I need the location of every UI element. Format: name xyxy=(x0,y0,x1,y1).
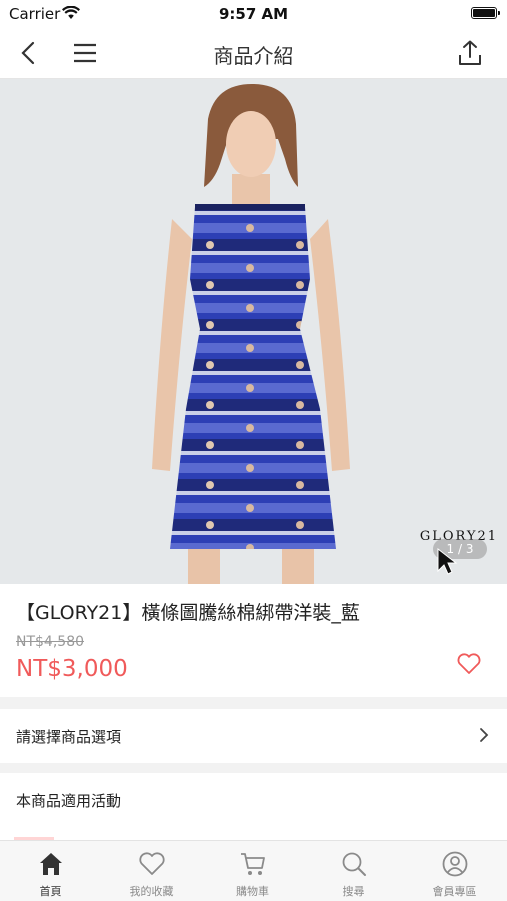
product-image-carousel[interactable]: GLORY21 1 / 3 xyxy=(0,79,507,584)
cart-icon xyxy=(239,850,267,878)
tab-label: 會員專區 xyxy=(432,885,477,898)
tab-label: 搜尋 xyxy=(342,885,365,898)
promotions-label: 本商品適用活動 xyxy=(16,792,122,810)
page-title: 商品介紹 xyxy=(213,44,294,68)
battery-icon xyxy=(471,7,500,19)
original-price: NT$4,580 xyxy=(16,634,85,650)
product-info: 【GLORY21】橫條圖騰絲棉綁帶洋裝_藍 NT$4,580 NT$3,000 xyxy=(0,584,507,697)
favorite-heart-icon[interactable] xyxy=(456,652,482,680)
tab-label: 首頁 xyxy=(39,885,62,898)
share-icon[interactable] xyxy=(455,38,485,68)
tab-bar: 首頁 我的收藏 購物車 搜尋 會員專區 xyxy=(0,840,507,901)
tab-home[interactable]: 首頁 xyxy=(0,841,101,901)
tab-label: 購物車 xyxy=(236,885,269,898)
product-photo xyxy=(152,84,350,584)
pointer-cursor-icon xyxy=(436,547,458,575)
product-name: 【GLORY21】橫條圖騰絲棉綁帶洋裝_藍 xyxy=(16,602,360,624)
status-bar: Carrier 9:57 AM xyxy=(0,0,507,28)
section-divider xyxy=(0,697,507,709)
product-options-row[interactable]: 請選擇商品選項 xyxy=(0,709,507,763)
search-icon xyxy=(340,850,368,878)
tab-label: 我的收藏 xyxy=(129,885,174,898)
heart-icon xyxy=(138,850,166,878)
tab-favorites[interactable]: 我的收藏 xyxy=(101,841,202,901)
promotions-row[interactable]: 本商品適用活動 xyxy=(0,773,507,827)
options-label: 請選擇商品選項 xyxy=(16,728,122,746)
tab-cart[interactable]: 購物車 xyxy=(202,841,303,901)
chevron-right-icon xyxy=(479,727,489,747)
tab-member[interactable]: 會員專區 xyxy=(404,841,505,901)
clock: 9:57 AM xyxy=(218,5,289,23)
home-icon xyxy=(37,850,65,878)
navigation-bar: 商品介紹 xyxy=(0,28,507,79)
section-divider xyxy=(0,763,507,773)
sale-price: NT$3,000 xyxy=(16,656,128,682)
user-icon xyxy=(441,850,469,878)
tab-search[interactable]: 搜尋 xyxy=(303,841,404,901)
